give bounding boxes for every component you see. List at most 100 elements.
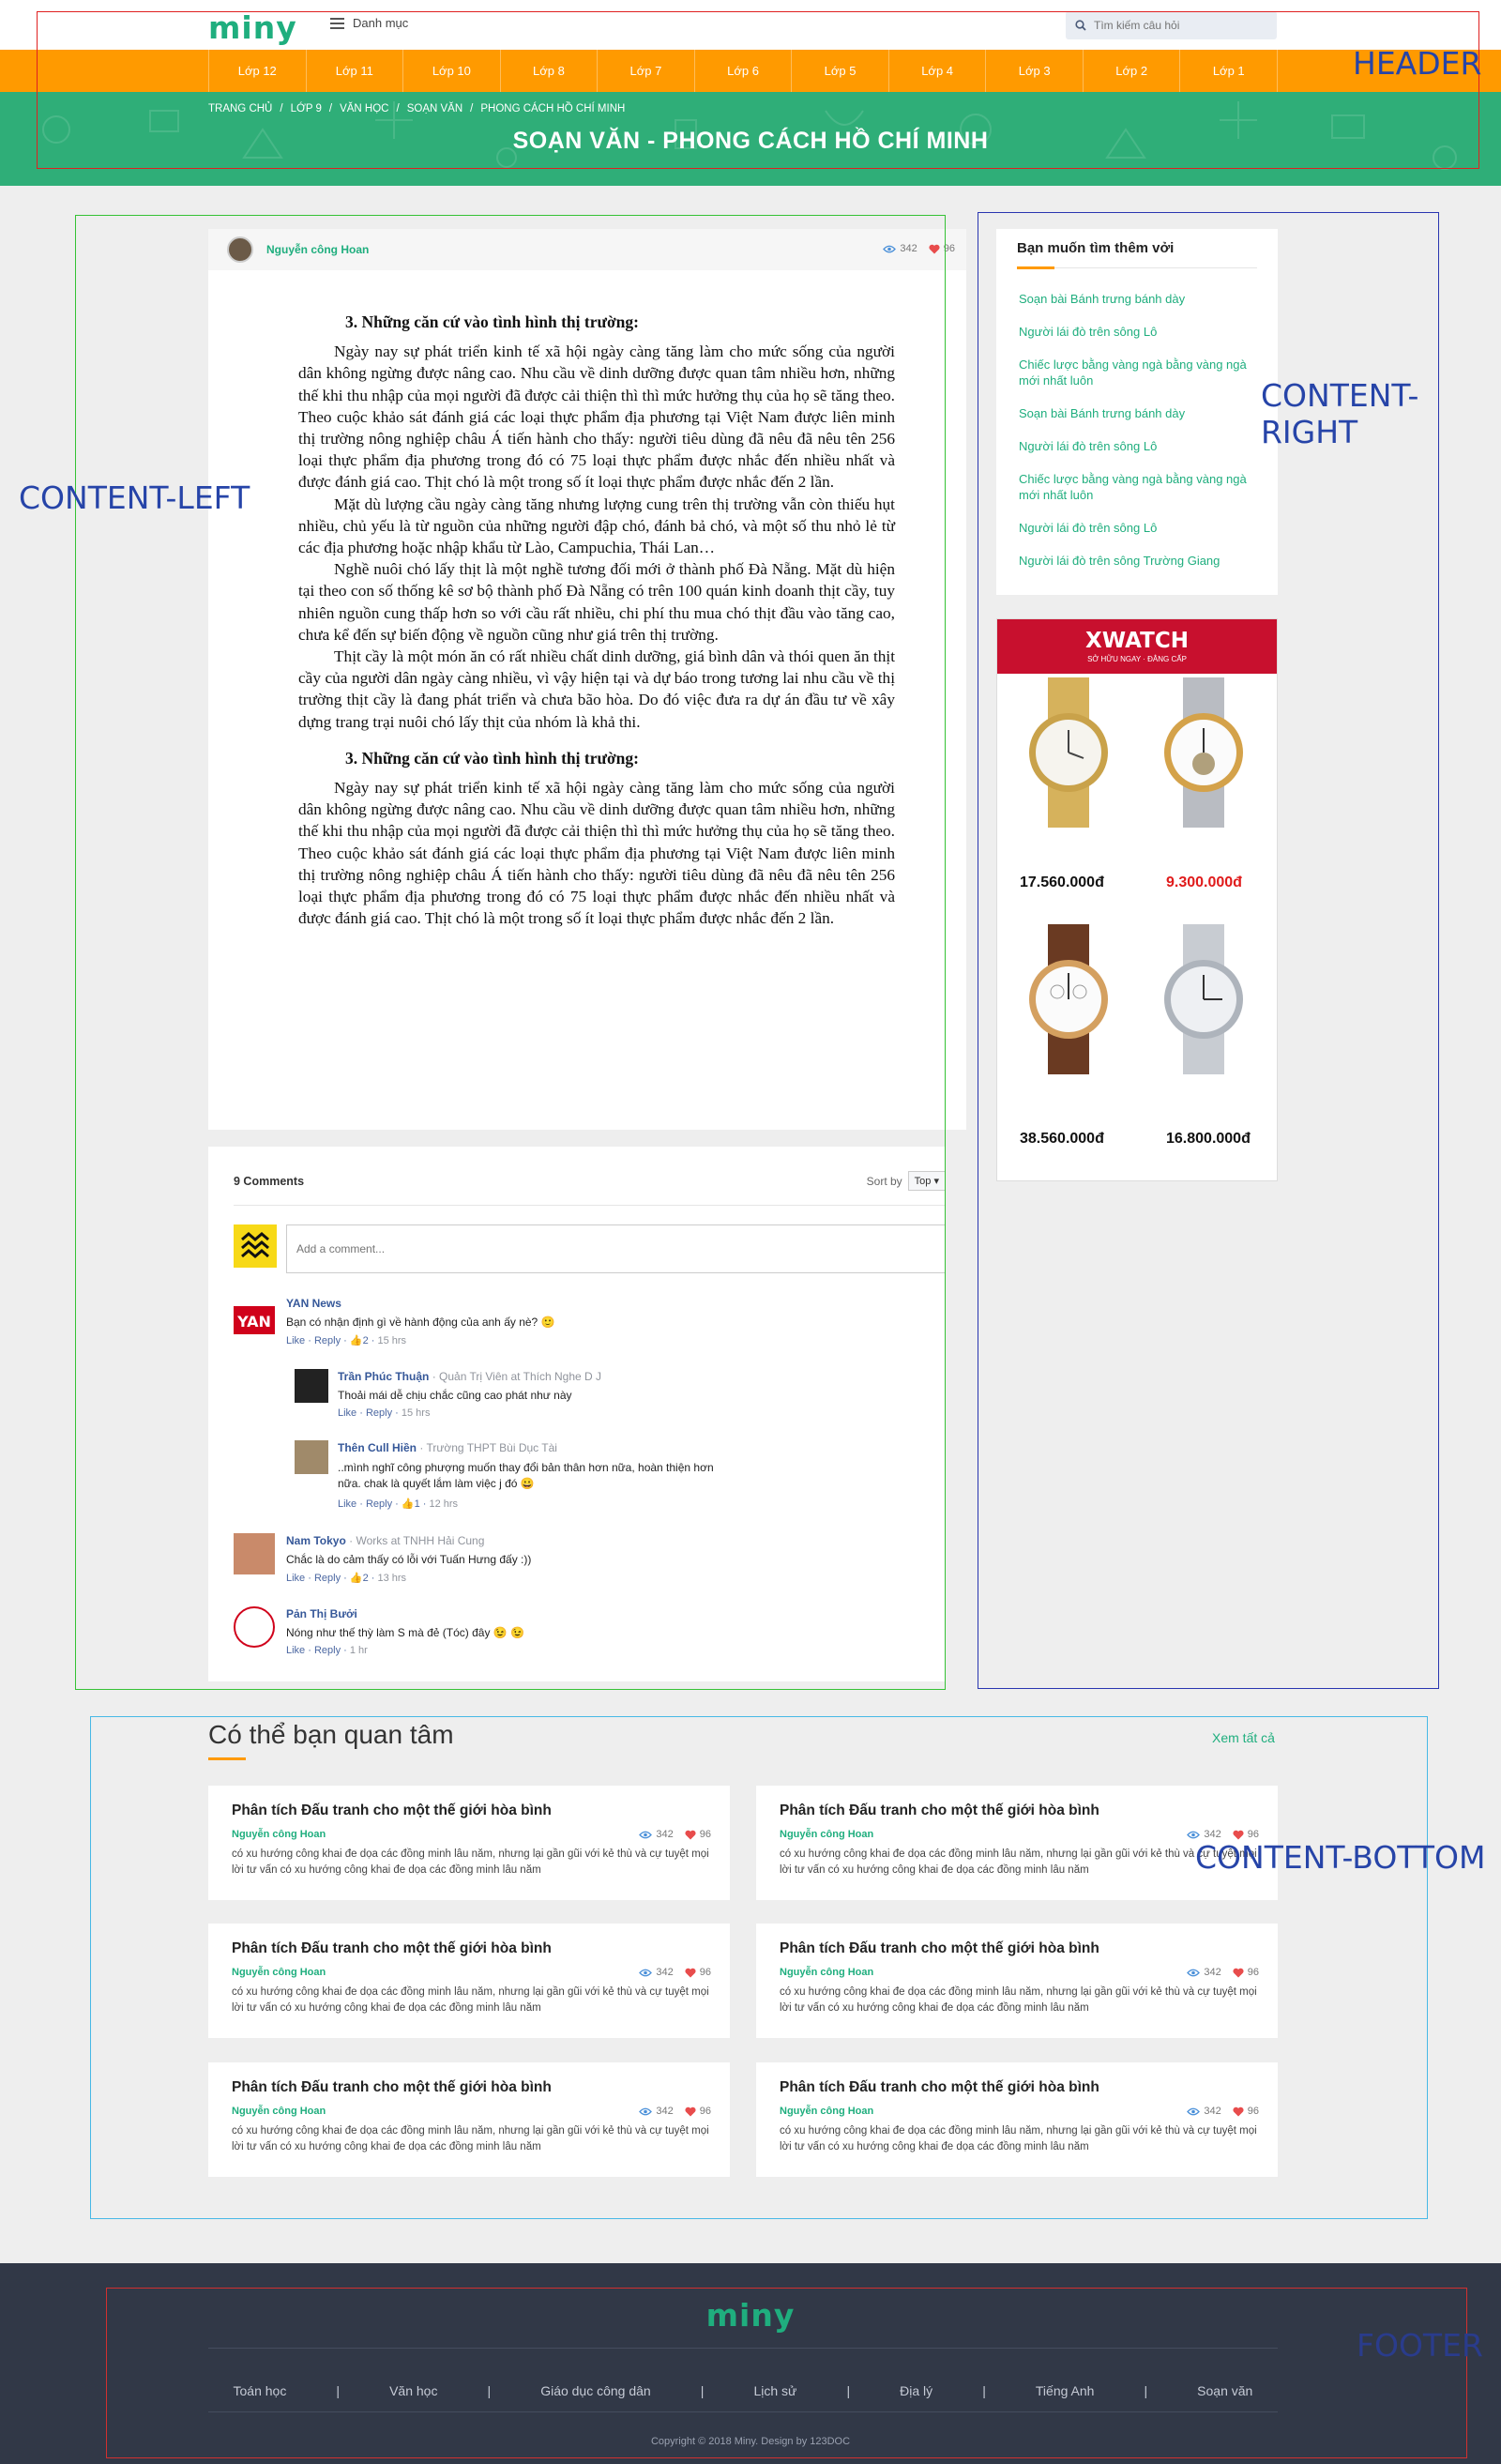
card-author[interactable]: Nguyễn công Hoan — [780, 2106, 873, 2117]
card-title[interactable]: Phân tích Đấu tranh cho một thế giới hòa… — [232, 2079, 552, 2096]
commenter-name[interactable]: Trần Phúc Thuận — [338, 1370, 429, 1383]
related-link[interactable]: Người lái đò trên sông Lô — [1019, 324, 1265, 340]
card-title[interactable]: Phân tích Đấu tranh cho một thế giới hòa… — [780, 1940, 1099, 1957]
grade-tab[interactable]: Lớp 7 — [597, 50, 694, 92]
like-link[interactable]: Like — [338, 1498, 356, 1510]
commenter-name[interactable]: Pản Thị Bưởi — [286, 1607, 357, 1620]
caret-down-icon: ▾ — [933, 1176, 939, 1187]
article-body: 3. Những căn cứ vào tình hình thị trường… — [298, 312, 895, 929]
commenter-name[interactable]: YAN News — [286, 1297, 341, 1310]
breadcrumb-category[interactable]: SOẠN VĂN — [407, 103, 462, 114]
grade-tab[interactable]: Lớp 5 — [791, 50, 888, 92]
commenter-avatar[interactable] — [295, 1440, 328, 1474]
reply-link[interactable]: Reply — [314, 1573, 341, 1584]
watch-ad-banner[interactable]: XWATCH SỞ HỮU NGAY · ĐẲNG CẤP 17.560.000… — [996, 618, 1278, 1181]
comment-time[interactable]: 15 hrs — [377, 1335, 406, 1346]
commenter-avatar[interactable] — [295, 1369, 328, 1403]
sort-dropdown[interactable]: Top ▾ — [907, 1171, 946, 1191]
post-card[interactable]: Phân tích Đấu tranh cho một thế giới hòa… — [208, 1786, 730, 1900]
view-count: 342 — [656, 1829, 674, 1840]
footer-link[interactable]: Soạn văn — [1197, 2383, 1252, 2398]
reply-link[interactable]: Reply — [366, 1407, 392, 1419]
comment-time[interactable]: 12 hrs — [429, 1498, 458, 1510]
comment-actions: Like · Reply · 15 hrs — [338, 1407, 431, 1419]
author-avatar[interactable] — [227, 236, 253, 263]
commenter-avatar[interactable] — [234, 1533, 275, 1574]
current-user-avatar — [234, 1224, 277, 1268]
comment-time[interactable]: 1 hr — [350, 1645, 368, 1656]
like-link[interactable]: Like — [286, 1573, 305, 1584]
comment-box[interactable] — [286, 1224, 946, 1273]
footer-sep: | — [982, 2383, 986, 2398]
card-excerpt: có xu hướng công khai đe dọa các đồng mi… — [232, 1848, 709, 1876]
view-all-link[interactable]: Xem tất cả — [1212, 1730, 1275, 1745]
footer-link[interactable]: Văn học — [389, 2383, 437, 2398]
footer-logo[interactable]: miny — [0, 2297, 1501, 2334]
footer-link[interactable]: Tiếng Anh — [1036, 2383, 1095, 2398]
like-link[interactable]: Like — [338, 1407, 356, 1419]
card-title[interactable]: Phân tích Đấu tranh cho một thế giới hòa… — [232, 1940, 552, 1957]
grade-tab[interactable]: Lớp 10 — [402, 50, 500, 92]
card-author[interactable]: Nguyễn công Hoan — [780, 1829, 873, 1840]
category-menu-button[interactable]: Danh mục — [330, 16, 408, 30]
breadcrumb-subject[interactable]: VĂN HỌC — [340, 103, 388, 114]
search-box[interactable] — [1066, 11, 1277, 39]
related-link[interactable]: Soạn bài Bánh trưng bánh dày — [1019, 405, 1265, 421]
card-author[interactable]: Nguyễn công Hoan — [232, 2106, 326, 2117]
post-card[interactable]: Phân tích Đấu tranh cho một thế giới hòa… — [756, 1924, 1278, 2038]
breadcrumb-sep: / — [396, 103, 400, 114]
like-link[interactable]: Like — [286, 1645, 305, 1656]
commenter-avatar[interactable] — [234, 1606, 275, 1648]
search-input[interactable] — [1094, 19, 1263, 32]
reply-link[interactable]: Reply — [366, 1498, 392, 1510]
reply-link[interactable]: Reply — [314, 1335, 341, 1346]
footer-link[interactable]: Lịch sử — [753, 2383, 796, 2398]
comment-time[interactable]: 15 hrs — [402, 1407, 431, 1419]
author-name[interactable]: Nguyễn công Hoan — [266, 243, 369, 256]
related-link[interactable]: Soạn bài Bánh trưng bánh dày — [1019, 291, 1265, 307]
post-card[interactable]: Phân tích Đấu tranh cho một thế giới hòa… — [208, 1924, 730, 2038]
footer-region-label: FOOTER — [1357, 2327, 1483, 2364]
card-title[interactable]: Phân tích Đấu tranh cho một thế giới hòa… — [780, 2079, 1099, 2096]
footer-link[interactable]: Giáo dục công dân — [540, 2383, 651, 2398]
comment-count: 9 Comments — [234, 1175, 305, 1188]
site-logo[interactable]: miny — [208, 9, 297, 46]
breadcrumb-grade[interactable]: LỚP 9 — [291, 103, 322, 114]
commenter-name[interactable]: Nam Tokyo — [286, 1534, 346, 1547]
like-link[interactable]: Like — [286, 1335, 305, 1346]
comment-time[interactable]: 13 hrs — [377, 1573, 406, 1584]
footer-link[interactable]: Địa lý — [900, 2383, 932, 2398]
title-underline — [1017, 266, 1054, 269]
footer-link[interactable]: Toán học — [234, 2383, 287, 2398]
post-card[interactable]: Phân tích Đấu tranh cho một thế giới hòa… — [756, 2062, 1278, 2177]
grade-tab[interactable]: Lớp 2 — [1082, 50, 1180, 92]
grade-tab[interactable]: Lớp 4 — [887, 50, 986, 92]
grade-tab[interactable]: Lớp 6 — [693, 50, 792, 92]
card-title[interactable]: Phân tích Đấu tranh cho một thế giới hòa… — [232, 1802, 552, 1819]
grade-tab[interactable]: Lớp 1 — [1179, 50, 1279, 92]
card-author[interactable]: Nguyễn công Hoan — [780, 1967, 873, 1978]
grade-nav: Lớp 12 Lớp 11 Lớp 10 Lớp 8 Lớp 7 Lớp 6 L… — [0, 50, 1501, 92]
grade-tab[interactable]: Lớp 11 — [305, 50, 403, 92]
related-link[interactable]: Người lái đò trên sông Lô — [1019, 520, 1265, 536]
related-link[interactable]: Chiếc lược bằng vàng ngà bằng vàng ngà m… — [1019, 471, 1265, 503]
post-card[interactable]: Phân tích Đấu tranh cho một thế giới hòa… — [208, 2062, 730, 2177]
commenter-avatar[interactable]: YAN — [234, 1300, 275, 1342]
card-excerpt: có xu hướng công khai đe dọa các đồng mi… — [232, 1986, 709, 2014]
card-author[interactable]: Nguyễn công Hoan — [232, 1829, 326, 1840]
card-title[interactable]: Phân tích Đấu tranh cho một thế giới hòa… — [780, 1802, 1099, 1819]
comment-input[interactable] — [287, 1225, 945, 1272]
grade-tab[interactable]: Lớp 8 — [499, 50, 598, 92]
card-author[interactable]: Nguyễn công Hoan — [232, 1967, 326, 1978]
related-link[interactable]: Chiếc lược bằng vàng ngà bằng vàng ngà m… — [1019, 357, 1265, 388]
grade-tab[interactable]: Lớp 3 — [985, 50, 1083, 92]
breadcrumb-home[interactable]: TRANG CHỦ — [208, 103, 272, 114]
related-link[interactable]: Người lái đò trên sông Trường Giang — [1019, 553, 1265, 569]
grade-tab[interactable]: Lớp 12 — [208, 50, 306, 92]
divider — [1054, 267, 1257, 268]
like-count: 96 — [943, 243, 955, 254]
related-link[interactable]: Người lái đò trên sông Lô — [1019, 438, 1265, 454]
commenter-name[interactable]: Thên Cull Hiền — [338, 1441, 417, 1454]
reply-link[interactable]: Reply — [314, 1645, 341, 1656]
comment-reply: Trần Phúc Thuận · Quản Trị Viên at Thích… — [338, 1370, 919, 1419]
